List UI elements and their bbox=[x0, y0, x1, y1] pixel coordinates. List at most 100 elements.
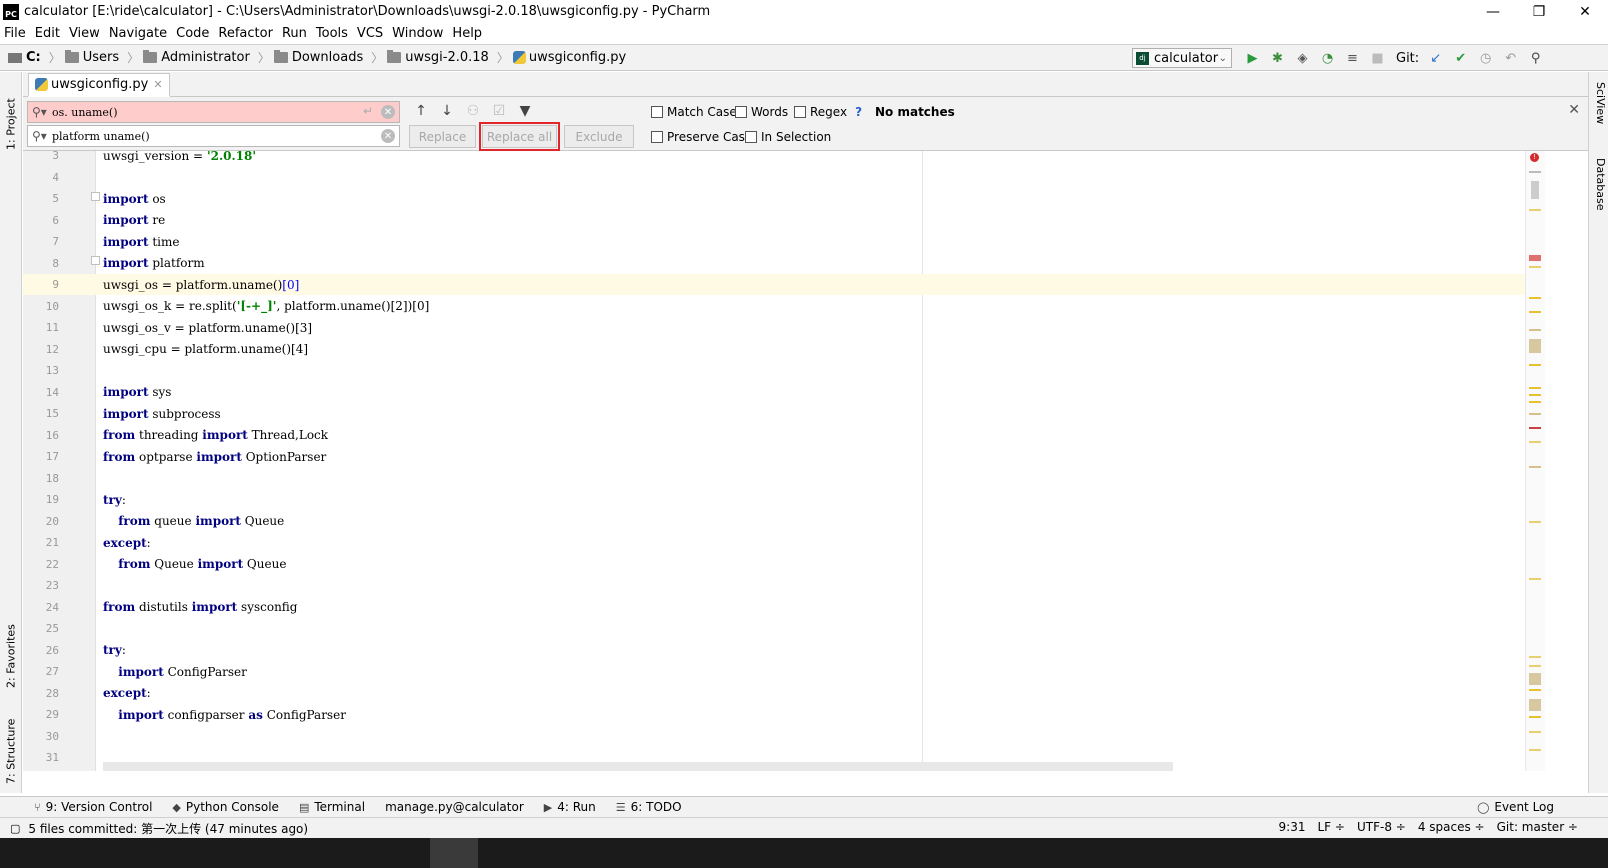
menu-code[interactable]: Code bbox=[176, 26, 209, 41]
code-line[interactable]: 28 except: bbox=[23, 683, 1523, 704]
menu-run[interactable]: Run bbox=[282, 26, 307, 41]
search-everywhere-icon[interactable]: ⚲ bbox=[1523, 47, 1548, 69]
close-icon[interactable]: ✕ bbox=[153, 78, 162, 91]
close-button[interactable]: ✕ bbox=[1562, 0, 1608, 23]
match-case-checkbox[interactable]: Match Case bbox=[651, 105, 737, 119]
filter-icon[interactable]: ▼ bbox=[512, 100, 538, 122]
regex-help-icon[interactable]: ? bbox=[855, 105, 862, 119]
vcs-commit-icon[interactable]: ✔ bbox=[1448, 47, 1473, 69]
close-icon[interactable]: ✕ bbox=[1568, 102, 1580, 118]
code-line[interactable]: 26 try: bbox=[23, 640, 1523, 661]
find-all-icon[interactable]: ⚇ bbox=[460, 100, 486, 122]
indent-widget[interactable]: 4 spaces ÷ bbox=[1418, 820, 1485, 834]
stripe-scroll-thumb[interactable] bbox=[1531, 181, 1539, 199]
tool-manage-py[interactable]: manage.py@calculator bbox=[385, 800, 524, 814]
menu-navigate[interactable]: Navigate bbox=[109, 26, 167, 41]
code-line[interactable]: 7 import time bbox=[23, 231, 1523, 252]
in-selection-checkbox[interactable]: In Selection bbox=[745, 130, 831, 144]
code-line[interactable]: 19 try: bbox=[23, 489, 1523, 510]
caret-position[interactable]: 9:31 bbox=[1279, 820, 1306, 834]
code-line[interactable]: 12 uwsgi_cpu = platform.uname()[4] bbox=[23, 339, 1523, 360]
status-toggle-icon[interactable]: ▢ bbox=[10, 822, 20, 835]
breadcrumb-administrator[interactable]: Administrator bbox=[143, 50, 250, 65]
line-separator-widget[interactable]: LF ÷ bbox=[1318, 820, 1345, 834]
profile-icon[interactable]: ◔ bbox=[1315, 47, 1340, 69]
code-line[interactable]: 21 except: bbox=[23, 532, 1523, 553]
code-line[interactable]: 10 uwsgi_os_k = re.split('[-+_]', platfor… bbox=[23, 296, 1523, 317]
restore-button[interactable]: ❐ bbox=[1516, 0, 1562, 23]
debug-icon[interactable]: ✱ bbox=[1265, 47, 1290, 69]
tab-sciview[interactable]: SciView bbox=[1591, 82, 1607, 142]
code-line[interactable]: 20 from queue import Queue bbox=[23, 511, 1523, 532]
error-indicator-icon[interactable]: ! bbox=[1530, 153, 1539, 162]
clear-search-icon[interactable]: ✕ bbox=[381, 105, 395, 119]
code-line[interactable]: 8 import platform bbox=[23, 253, 1523, 274]
code-line[interactable]: 11 uwsgi_os_v = platform.uname()[3] bbox=[23, 317, 1523, 338]
taskbar-active-app[interactable] bbox=[430, 838, 478, 868]
code-line[interactable]: 9 uwsgi_os = platform.uname()[0] bbox=[23, 274, 1523, 295]
fold-marker-icon[interactable] bbox=[91, 256, 100, 265]
breadcrumb-file[interactable]: uwsgiconfig.py bbox=[512, 50, 626, 65]
encoding-widget[interactable]: UTF-8 ÷ bbox=[1357, 820, 1406, 834]
code-line[interactable]: 3 uwsgi_version = '2.0.18' bbox=[23, 151, 1523, 166]
previous-occurrence-icon[interactable]: ↑ bbox=[408, 100, 434, 122]
menu-window[interactable]: Window bbox=[392, 26, 443, 41]
next-occurrence-icon[interactable]: ↓ bbox=[434, 100, 460, 122]
tab-favorites[interactable]: 2: Favorites bbox=[1, 608, 21, 688]
code-line[interactable]: 5 import os bbox=[23, 188, 1523, 209]
concurrency-icon[interactable]: ≡ bbox=[1340, 47, 1365, 69]
code-line[interactable]: 6 import re bbox=[23, 210, 1523, 231]
code-line[interactable]: 18 bbox=[23, 468, 1523, 489]
vcs-update-icon[interactable]: ↙ bbox=[1423, 47, 1448, 69]
coverage-icon[interactable]: ◈ bbox=[1290, 47, 1315, 69]
menu-tools[interactable]: Tools bbox=[316, 26, 348, 41]
breadcrumb-users[interactable]: Users bbox=[64, 50, 119, 65]
horizontal-scrollbar[interactable] bbox=[103, 762, 1173, 771]
menu-edit[interactable]: Edit bbox=[35, 26, 60, 41]
replace-button[interactable]: Replace bbox=[409, 125, 476, 148]
code-line[interactable]: 24 from distutils import sysconfig bbox=[23, 597, 1523, 618]
code-line[interactable]: 29 import configparser as ConfigParser bbox=[23, 704, 1523, 725]
tool-version-control[interactable]: ⑂ 9: Version Control bbox=[34, 800, 152, 814]
menu-help[interactable]: Help bbox=[452, 26, 482, 41]
tool-run[interactable]: ▶ 4: Run bbox=[544, 800, 596, 814]
code-line[interactable]: 13 bbox=[23, 360, 1523, 381]
tool-python-console[interactable]: ◆ Python Console bbox=[172, 800, 279, 814]
code-line[interactable]: 16 from threading import Thread,Lock bbox=[23, 425, 1523, 446]
tab-uwsgiconfig[interactable]: uwsgiconfig.py ✕ bbox=[28, 73, 170, 97]
stop-icon[interactable]: ■ bbox=[1365, 47, 1390, 69]
code-line[interactable]: 22 from Queue import Queue bbox=[23, 554, 1523, 575]
replace-input[interactable]: ⚲▾ platform uname() ✕ bbox=[27, 125, 400, 147]
replace-all-button[interactable]: Replace all bbox=[479, 122, 560, 151]
breadcrumb-uwsgi[interactable]: uwsgi-2.0.18 bbox=[387, 50, 489, 65]
git-branch-widget[interactable]: Git: master ÷ bbox=[1497, 820, 1578, 834]
breadcrumb-downloads[interactable]: Downloads bbox=[273, 50, 363, 65]
code-line[interactable]: 27 import ConfigParser bbox=[23, 661, 1523, 682]
menu-refactor[interactable]: Refactor bbox=[218, 26, 273, 41]
regex-checkbox[interactable]: Regex? bbox=[794, 105, 862, 119]
fold-marker-icon[interactable] bbox=[91, 192, 100, 201]
tab-project[interactable]: 1: Project bbox=[1, 80, 21, 150]
tool-todo[interactable]: ☰ 6: TODO bbox=[616, 800, 682, 814]
minimize-button[interactable]: — bbox=[1470, 0, 1516, 23]
menu-file[interactable]: File bbox=[4, 26, 26, 41]
search-input[interactable]: ⚲▾ os. uname() ↵ ✕ bbox=[27, 101, 400, 123]
code-editor[interactable]: 3 uwsgi_version = '2.0.18' 4 5 import os 6 imp… bbox=[23, 151, 1525, 771]
tab-structure[interactable]: 7: Structure bbox=[1, 704, 21, 784]
breadcrumb-drive[interactable]: C: bbox=[8, 50, 41, 65]
code-line[interactable]: 15 import subprocess bbox=[23, 403, 1523, 424]
preserve-case-checkbox[interactable]: Preserve Case bbox=[651, 130, 752, 144]
menu-view[interactable]: View bbox=[69, 26, 100, 41]
code-line[interactable]: 25 bbox=[23, 618, 1523, 639]
tool-terminal[interactable]: ▤ Terminal bbox=[299, 800, 365, 814]
code-line[interactable]: 14 import sys bbox=[23, 382, 1523, 403]
code-line[interactable]: 23 bbox=[23, 575, 1523, 596]
words-checkbox[interactable]: Words bbox=[735, 105, 788, 119]
run-configuration-select[interactable]: dj calculator ⌄ bbox=[1132, 48, 1232, 68]
code-line[interactable]: 30 bbox=[23, 726, 1523, 747]
code-line[interactable]: 4 bbox=[23, 167, 1523, 188]
tab-database[interactable]: Database bbox=[1591, 158, 1607, 228]
code-line[interactable]: 17 from optparse import OptionParser bbox=[23, 446, 1523, 467]
error-stripe[interactable]: ! bbox=[1525, 151, 1545, 771]
clear-replace-icon[interactable]: ✕ bbox=[381, 129, 395, 143]
